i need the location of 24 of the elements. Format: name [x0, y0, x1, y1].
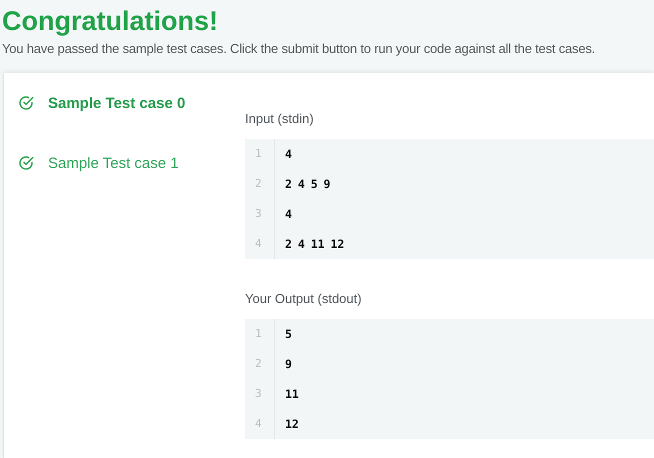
code-line: 2 4 11 12	[285, 237, 344, 251]
line-number: 2	[245, 169, 275, 199]
code-line: 2 4 5 9	[285, 177, 330, 191]
code-line: 11	[285, 387, 299, 401]
success-message: You have passed the sample test cases. Click the submit button to run your code against all the test cases.	[2, 41, 596, 56]
line-number: 1	[245, 319, 275, 349]
test-case-tab[interactable]: Sample Test case 1	[18, 153, 245, 173]
page-title: Congratulations!	[2, 5, 219, 38]
line-number: 4	[245, 229, 275, 259]
line-number: 3	[245, 199, 275, 229]
code-line: 9	[285, 357, 292, 371]
line-number: 1	[245, 139, 275, 169]
test-case-tab[interactable]: Sample Test case 0	[18, 93, 245, 113]
line-number: 3	[245, 379, 275, 409]
code-line: 12	[285, 417, 299, 431]
code-line: 4	[285, 207, 292, 221]
section-label: Input (stdin)	[245, 111, 314, 128]
check-circle-icon	[18, 155, 34, 171]
code-line: 4	[285, 147, 292, 161]
line-number: 2	[245, 349, 275, 379]
check-circle-icon	[18, 95, 34, 111]
code-line: 5	[285, 327, 292, 341]
line-number: 4	[245, 409, 275, 439]
section-label: Your Output (stdout)	[245, 291, 362, 308]
